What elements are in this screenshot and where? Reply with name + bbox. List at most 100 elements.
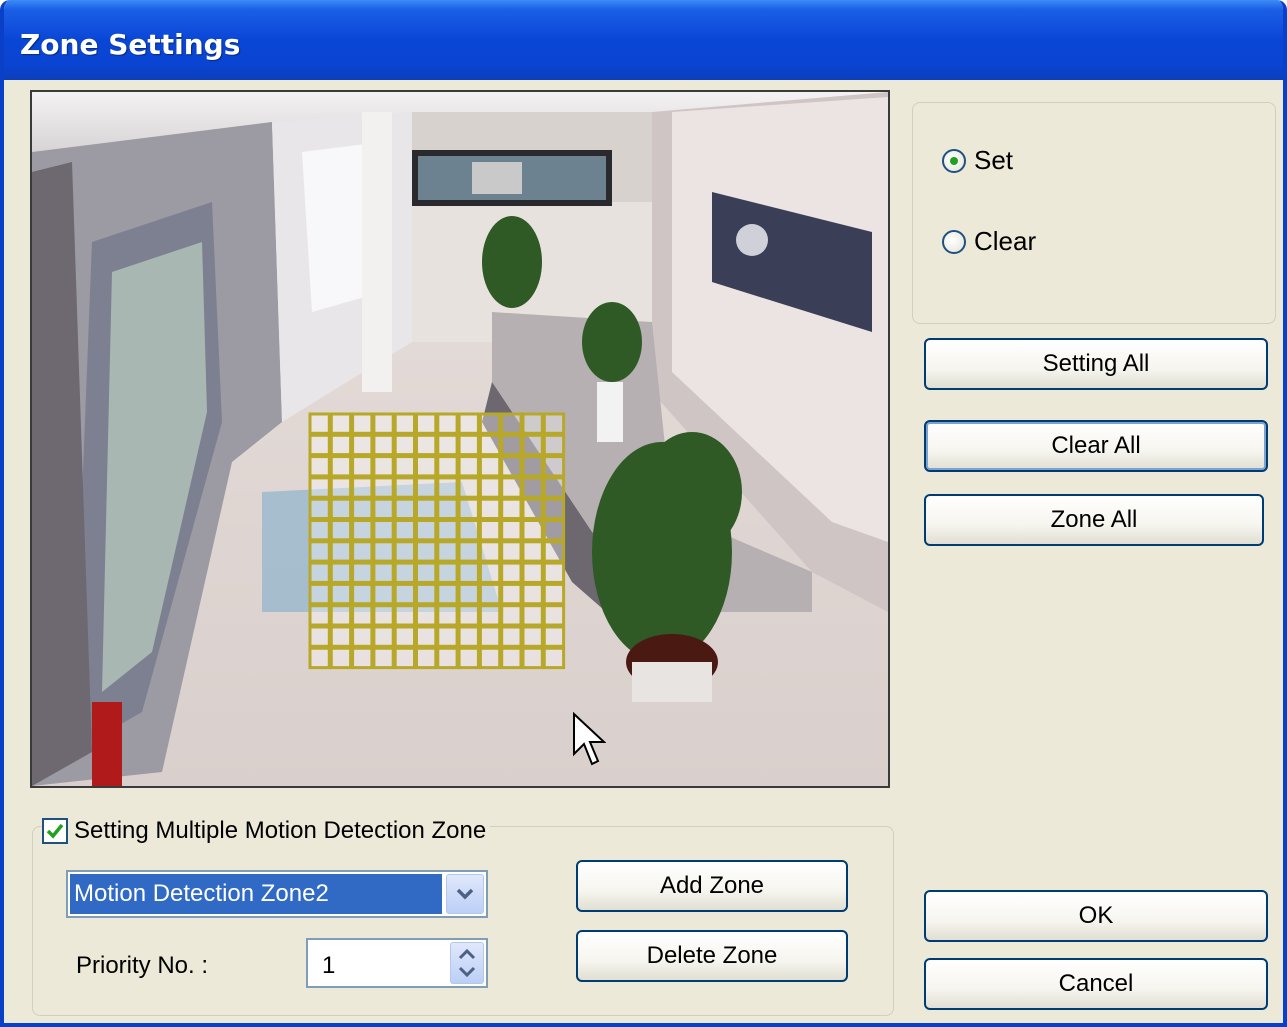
- motion-grid-cell[interactable]: [500, 646, 523, 670]
- motion-grid-cell[interactable]: [457, 519, 480, 542]
- motion-grid-cell[interactable]: [372, 561, 395, 584]
- motion-grid-cell[interactable]: [308, 582, 331, 606]
- motion-grid-cell[interactable]: [329, 476, 353, 499]
- motion-grid-cell[interactable]: [478, 433, 502, 457]
- motion-grid-cell[interactable]: [415, 455, 438, 478]
- motion-grid-cell[interactable]: [329, 412, 353, 435]
- motion-grid-cell[interactable]: [329, 646, 353, 670]
- motion-grid-cell[interactable]: [457, 540, 480, 563]
- motion-grid-cell[interactable]: [542, 561, 566, 584]
- motion-grid-cell[interactable]: [521, 412, 544, 435]
- motion-grid-cell[interactable]: [372, 625, 395, 648]
- motion-grid-cell[interactable]: [521, 433, 544, 457]
- motion-grid-cell[interactable]: [457, 582, 480, 606]
- cancel-button[interactable]: Cancel: [924, 958, 1268, 1010]
- motion-grid-cell[interactable]: [500, 476, 523, 499]
- motion-grid-cell[interactable]: [351, 412, 374, 435]
- motion-grid-cell[interactable]: [351, 540, 374, 563]
- motion-grid-cell[interactable]: [329, 582, 353, 606]
- motion-grid-cell[interactable]: [372, 476, 395, 499]
- motion-grid-cell[interactable]: [521, 455, 544, 478]
- motion-grid-cell[interactable]: [415, 625, 438, 648]
- motion-grid-cell[interactable]: [393, 433, 417, 457]
- motion-grid-cell[interactable]: [478, 582, 502, 606]
- motion-grid-cell[interactable]: [542, 412, 566, 435]
- add-zone-button[interactable]: Add Zone: [576, 860, 848, 912]
- motion-zone-grid[interactable]: [32, 92, 888, 786]
- priority-spinner-buttons[interactable]: [450, 942, 484, 984]
- radio-set[interactable]: Set: [942, 145, 1013, 176]
- motion-grid-cell[interactable]: [372, 646, 395, 670]
- motion-grid-cell[interactable]: [542, 604, 566, 627]
- radio-clear[interactable]: Clear: [942, 226, 1036, 257]
- motion-grid-cell[interactable]: [393, 519, 417, 542]
- motion-grid-cell[interactable]: [478, 625, 502, 648]
- spin-down-icon[interactable]: [457, 965, 477, 979]
- motion-grid-cell[interactable]: [436, 476, 459, 499]
- motion-grid-cell[interactable]: [457, 412, 480, 435]
- priority-spinner[interactable]: 1: [306, 938, 488, 988]
- motion-grid-cell[interactable]: [308, 625, 331, 648]
- motion-grid-cell[interactable]: [542, 476, 566, 499]
- motion-grid-cell[interactable]: [372, 540, 395, 563]
- motion-grid-cell[interactable]: [415, 497, 438, 521]
- motion-grid-cell[interactable]: [415, 561, 438, 584]
- motion-grid-cell[interactable]: [478, 561, 502, 584]
- motion-grid-cell[interactable]: [308, 497, 331, 521]
- delete-zone-button[interactable]: Delete Zone: [576, 930, 848, 982]
- setting-all-button[interactable]: Setting All: [924, 338, 1268, 390]
- zone-select[interactable]: Motion Detection Zone2: [66, 870, 488, 918]
- motion-grid-cell[interactable]: [308, 519, 331, 542]
- motion-grid-cell[interactable]: [500, 561, 523, 584]
- motion-grid-cell[interactable]: [457, 604, 480, 627]
- motion-grid-cell[interactable]: [372, 412, 395, 435]
- motion-grid-cell[interactable]: [457, 476, 480, 499]
- camera-preview[interactable]: [30, 90, 890, 788]
- motion-grid-cell[interactable]: [542, 540, 566, 563]
- motion-grid-cell[interactable]: [436, 582, 459, 606]
- motion-grid-cell[interactable]: [393, 412, 417, 435]
- motion-grid-cell[interactable]: [351, 519, 374, 542]
- motion-grid-cell[interactable]: [500, 519, 523, 542]
- motion-grid-cell[interactable]: [521, 582, 544, 606]
- title-bar[interactable]: Zone Settings: [4, 0, 1283, 80]
- motion-grid-cell[interactable]: [393, 455, 417, 478]
- motion-grid-cell[interactable]: [351, 497, 374, 521]
- motion-grid-cell[interactable]: [308, 476, 331, 499]
- motion-grid-cell[interactable]: [351, 625, 374, 648]
- motion-grid-cell[interactable]: [372, 433, 395, 457]
- motion-grid-cell[interactable]: [436, 433, 459, 457]
- motion-grid-cell[interactable]: [521, 519, 544, 542]
- motion-grid-cell[interactable]: [351, 476, 374, 499]
- motion-grid-cell[interactable]: [521, 497, 544, 521]
- motion-grid-cell[interactable]: [372, 582, 395, 606]
- zone-all-button[interactable]: Zone All: [924, 494, 1264, 546]
- motion-grid-cell[interactable]: [415, 519, 438, 542]
- motion-grid-cell[interactable]: [372, 497, 395, 521]
- motion-grid-cell[interactable]: [542, 433, 566, 457]
- motion-grid-cell[interactable]: [308, 540, 331, 563]
- motion-grid-cell[interactable]: [351, 604, 374, 627]
- motion-grid-cell[interactable]: [351, 561, 374, 584]
- motion-grid-cell[interactable]: [478, 540, 502, 563]
- motion-grid-cell[interactable]: [393, 561, 417, 584]
- motion-grid-cell[interactable]: [393, 604, 417, 627]
- motion-grid-cell[interactable]: [478, 646, 502, 670]
- motion-grid-cell[interactable]: [478, 519, 502, 542]
- motion-grid-cell[interactable]: [500, 497, 523, 521]
- motion-grid-cell[interactable]: [521, 540, 544, 563]
- motion-grid-cell[interactable]: [500, 625, 523, 648]
- motion-grid-cell[interactable]: [542, 625, 566, 648]
- ok-button[interactable]: OK: [924, 890, 1268, 942]
- motion-grid-cell[interactable]: [521, 476, 544, 499]
- motion-grid-cell[interactable]: [457, 455, 480, 478]
- motion-grid-cell[interactable]: [500, 604, 523, 627]
- motion-grid-cell[interactable]: [457, 646, 480, 670]
- motion-grid-cell[interactable]: [329, 455, 353, 478]
- motion-grid-cell[interactable]: [542, 582, 566, 606]
- motion-grid-cell[interactable]: [329, 497, 353, 521]
- motion-grid-cell[interactable]: [436, 604, 459, 627]
- motion-grid-cell[interactable]: [457, 561, 480, 584]
- motion-grid-cell[interactable]: [308, 455, 331, 478]
- motion-grid-cell[interactable]: [436, 412, 459, 435]
